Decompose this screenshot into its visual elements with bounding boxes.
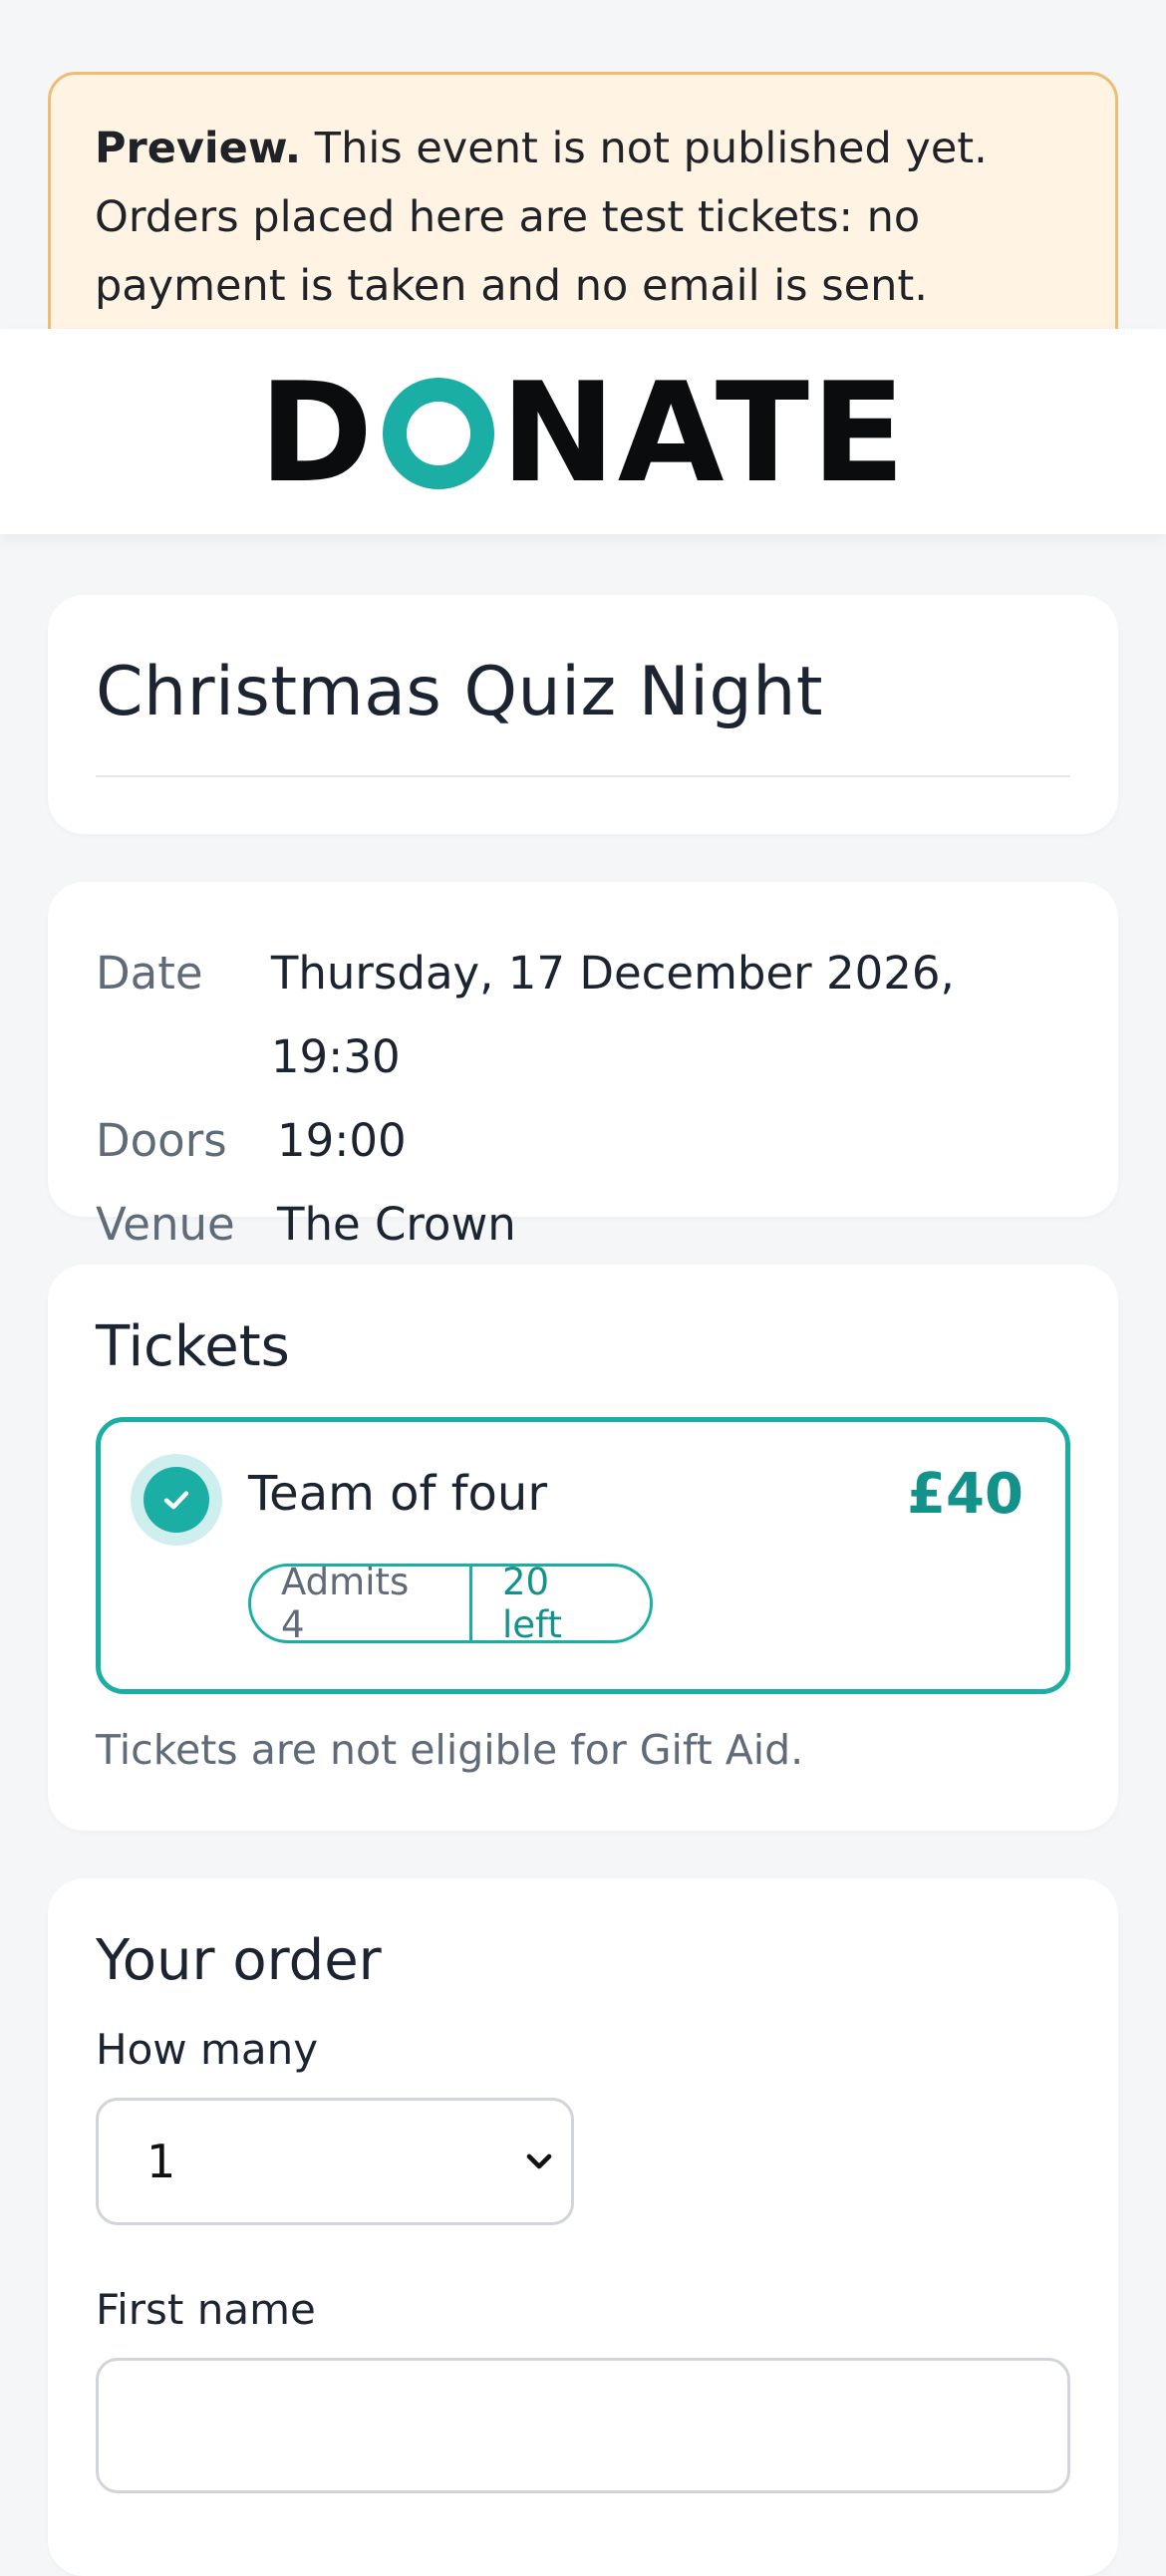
- ticket-radio[interactable]: [131, 1454, 222, 1546]
- quantity-label: How many: [96, 2025, 319, 2074]
- logo-letters-nate: NATE: [500, 353, 908, 513]
- detail-row-venue: Venue The Crown: [96, 1183, 1070, 1267]
- detail-key: Venue: [96, 1198, 235, 1251]
- detail-value: The Crown: [277, 1198, 516, 1251]
- logo-letter-d: D: [258, 353, 376, 513]
- chevron-down-icon: [526, 2153, 552, 2169]
- detail-key: Date: [96, 947, 203, 1000]
- order-card: Your order How many 1 First name: [48, 1878, 1118, 2576]
- preview-line-1-text: This event is not published yet.: [301, 124, 988, 173]
- donate-logo[interactable]: D NATE: [259, 365, 908, 502]
- tickets-heading: Tickets: [96, 1314, 290, 1379]
- brand-header: D NATE: [0, 329, 1166, 534]
- radio-selected-dot: [144, 1467, 209, 1533]
- tickets-card: Tickets Team of four £40 Admits 4 20 lef…: [48, 1265, 1118, 1831]
- check-icon: [163, 1491, 189, 1510]
- first-name-label: First name: [96, 2285, 316, 2334]
- ticket-name: Team of four: [248, 1466, 548, 1522]
- logo-o-ring-icon: [383, 378, 495, 489]
- detail-row-date: Date Thursday, 17 December 2026, 19:30: [96, 932, 1070, 1099]
- quantity-select[interactable]: 1: [96, 2098, 574, 2225]
- preview-label: Preview.: [95, 124, 302, 173]
- preview-line-3: payment is taken and no email is sent.: [95, 261, 928, 311]
- detail-value: 19:00: [277, 1114, 407, 1167]
- first-name-field[interactable]: [96, 2358, 1070, 2493]
- ticket-option-team-of-four[interactable]: Team of four £40 Admits 4 20 left: [96, 1417, 1070, 1694]
- ticket-info-pills: Admits 4 20 left: [248, 1564, 653, 1643]
- preview-line-1: Preview. This event is not published yet…: [95, 115, 1073, 183]
- event-details-card: Date Thursday, 17 December 2026, 19:30 D…: [48, 882, 1118, 1251]
- gift-aid-note: Tickets are not eligible for Gift Aid.: [96, 1726, 804, 1774]
- ticket-price: £40: [907, 1462, 1023, 1527]
- detail-value: Thursday, 17 December 2026, 19:30: [270, 947, 955, 1083]
- event-title-card: Christmas Quiz Night: [48, 595, 1118, 834]
- event-title: Christmas Quiz Night: [96, 653, 1070, 777]
- order-heading: Your order: [96, 1928, 382, 1993]
- quantity-value: 1: [146, 2135, 176, 2188]
- preview-banner: Preview. This event is not published yet…: [48, 72, 1118, 361]
- detail-row-doors: Doors 19:00: [96, 1099, 1070, 1183]
- admits-badge: Admits 4: [251, 1567, 472, 1640]
- remaining-badge: 20 left: [502, 1564, 562, 1643]
- detail-key: Doors: [96, 1114, 227, 1167]
- preview-line-2: Orders placed here are test tickets: no: [95, 192, 921, 242]
